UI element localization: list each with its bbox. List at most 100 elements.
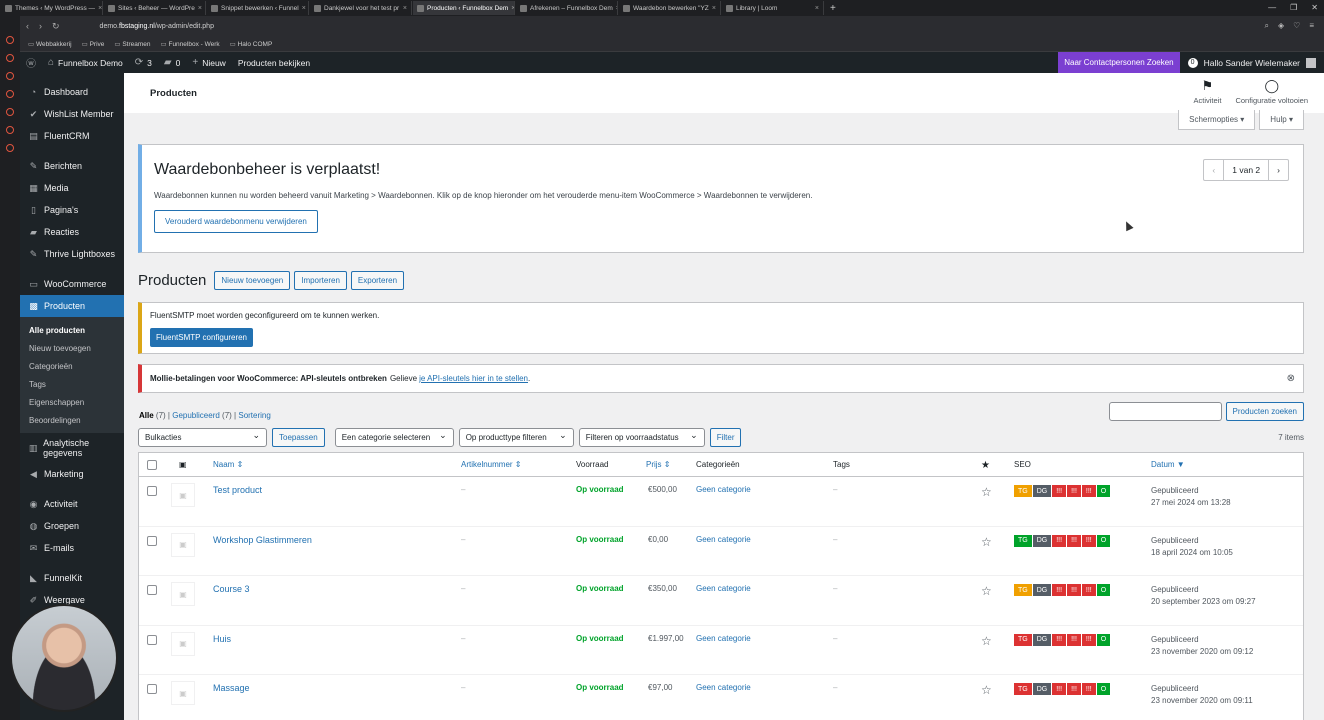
category-link[interactable]: Geen categorie (696, 485, 751, 494)
bookmark-item[interactable]: Prive (82, 40, 105, 48)
wp-logo[interactable]: ⓦ (20, 52, 42, 73)
product-name-link[interactable]: Test product (213, 485, 262, 495)
search-products-button[interactable]: Producten zoeken (1225, 402, 1304, 421)
sidebar-icon[interactable] (6, 36, 14, 44)
close-window-icon[interactable]: ✕ (1311, 3, 1318, 12)
stock-status-select[interactable]: Filteren op voorraadstatus (578, 428, 705, 447)
export-button[interactable]: Exporteren (350, 271, 405, 290)
sidebar-item-dashboard[interactable]: ◔ Dashboard (20, 81, 124, 103)
row-checkbox[interactable] (147, 634, 157, 645)
sidebar-item-berichten[interactable]: ✎ Berichten (20, 155, 124, 177)
submenu-item[interactable]: Tags (20, 375, 124, 393)
sidebar-item-analytische-gegevens[interactable]: ▥ Analytische gegevens (20, 433, 124, 463)
close-tab-icon[interactable]: × (508, 5, 514, 12)
screen-options-button[interactable]: Schermopties ▾ (1178, 110, 1256, 130)
select-all-checkbox[interactable] (147, 460, 157, 470)
product-thumbnail[interactable]: ▣ (171, 631, 195, 656)
add-product-button[interactable]: Nieuw toevoegen (214, 271, 291, 290)
sidebar-item-wishlist-member[interactable]: ✔ WishList Member (20, 103, 124, 125)
bookmark-item[interactable]: Webbakkerij (28, 40, 72, 48)
next-icon[interactable]: › (1269, 160, 1288, 180)
submenu-item[interactable]: Categorieën (20, 357, 124, 375)
product-name-link[interactable]: Course 3 (213, 584, 250, 594)
sidebar-item-pagina-s[interactable]: ▯ Pagina's (20, 199, 124, 221)
submenu-item[interactable]: Eigenschappen (20, 393, 124, 411)
contact-search-button[interactable]: Naar Contactpersonen Zoeken (1058, 52, 1180, 73)
new-content-link[interactable]: + Nieuw (186, 52, 231, 73)
maximize-icon[interactable]: ❐ (1290, 3, 1297, 12)
mollie-api-link[interactable]: je API-sleutels hier in te stellen (419, 374, 528, 383)
bookmark-item[interactable]: Halo COMP (230, 40, 273, 48)
extension-icon[interactable]: ◈ (1278, 21, 1284, 31)
close-tab-icon[interactable]: × (400, 5, 407, 12)
browser-tab[interactable]: Snippet bewerken ‹ Funnel × (207, 1, 309, 15)
category-link[interactable]: Geen categorie (696, 535, 751, 544)
close-tab-icon[interactable]: × (95, 5, 102, 12)
sidebar-icon[interactable] (6, 144, 14, 152)
configure-smtp-button[interactable]: FluentSMTP configureren (150, 328, 254, 347)
featured-star-icon[interactable]: ☆ (981, 485, 992, 499)
submenu-item[interactable]: Beoordelingen (20, 411, 124, 429)
sidebar-icon[interactable] (6, 108, 14, 116)
filter-button[interactable]: Filter (709, 428, 742, 447)
date-column[interactable]: Datum ▼ (1151, 460, 1185, 469)
window-controls[interactable]: — ❐ ✕ (1268, 3, 1318, 12)
user-menu[interactable]: 0 Hallo Sander Wielemaker (1180, 57, 1324, 68)
product-name-link[interactable]: Huis (213, 634, 231, 644)
category-link[interactable]: Geen categorie (696, 584, 751, 593)
row-checkbox[interactable] (147, 486, 157, 496)
row-checkbox[interactable] (147, 684, 157, 694)
help-button[interactable]: Hulp ▾ (1259, 110, 1304, 130)
featured-star-icon[interactable]: ☆ (981, 683, 992, 697)
forward-icon[interactable]: › (39, 21, 42, 31)
browser-tab[interactable]: Dankjewel voor het test pr × (310, 1, 412, 15)
product-thumbnail[interactable]: ▣ (171, 483, 195, 507)
comments-link[interactable]: ▰ 0 (158, 52, 186, 73)
bookmark-item[interactable]: Streamen (114, 40, 150, 48)
featured-star-icon[interactable]: ☆ (981, 584, 992, 598)
prev-icon[interactable]: ‹ (1204, 160, 1225, 180)
sidebar-item-activiteit[interactable]: ◉ Activiteit (20, 493, 124, 515)
close-tab-icon[interactable]: × (812, 5, 819, 12)
view-all[interactable]: Alle (139, 411, 154, 420)
product-name-link[interactable]: Workshop Glastimmeren (213, 535, 312, 545)
sidebar-item-woocommerce[interactable]: ▭ WooCommerce (20, 273, 124, 295)
apply-button[interactable]: Toepassen (272, 428, 325, 447)
browser-tab[interactable]: Producten ‹ Funnelbox Dem × (413, 1, 515, 15)
close-tab-icon[interactable]: × (195, 5, 202, 12)
sidebar-item-producten[interactable]: ▩ Producten (20, 295, 124, 317)
row-checkbox[interactable] (147, 535, 157, 546)
site-name-link[interactable]: ⌂ Funnelbox Demo (42, 52, 129, 73)
submenu-item[interactable]: Nieuw toevoegen (20, 339, 124, 357)
product-thumbnail[interactable]: ▣ (171, 532, 195, 557)
category-link[interactable]: Geen categorie (696, 634, 751, 643)
bookmark-item[interactable]: Funnelbox - Werk (161, 40, 219, 48)
category-select[interactable]: Een categorie selecteren (334, 428, 454, 447)
back-icon[interactable]: ‹ (26, 21, 29, 31)
browser-tab[interactable]: Library | Loom × (722, 1, 824, 15)
sidebar-item-e-mails[interactable]: ✉ E-mails (20, 537, 124, 559)
sidebar-item-fluentcrm[interactable]: ▤ FluentCRM (20, 125, 124, 147)
sidebar-item-thrive-lightboxes[interactable]: ✎ Thrive Lightboxes (20, 243, 124, 265)
browser-tab[interactable]: Themes ‹ My WordPress — × (1, 1, 103, 15)
featured-star-icon[interactable]: ☆ (981, 535, 992, 549)
sidebar-item-reacties[interactable]: ▰ Reacties (20, 221, 124, 243)
product-name-link[interactable]: Massage (213, 683, 250, 693)
name-column[interactable]: Naam ⇕ (213, 460, 243, 469)
sidebar-icon[interactable] (6, 90, 14, 98)
search-input[interactable] (1108, 402, 1222, 421)
sidebar-item-marketing[interactable]: ◀ Marketing (20, 463, 124, 485)
sidebar-icon[interactable] (6, 126, 14, 134)
browser-tab[interactable]: Sites ‹ Beheer — WordPre × (104, 1, 206, 15)
close-tab-icon[interactable]: × (709, 5, 716, 12)
minimize-icon[interactable]: — (1268, 3, 1276, 12)
view-sorting[interactable]: Sortering (238, 411, 270, 420)
setup-button[interactable]: ◯ Configuratie voltooien (1235, 78, 1308, 105)
reload-icon[interactable]: ↻ (52, 21, 60, 32)
close-tab-icon[interactable]: × (299, 5, 306, 12)
url-field[interactable]: demo.fbstaging.nl/wp-admin/edit.php (100, 23, 214, 30)
browser-tab[interactable]: Waardebon bewerken "YZ × (619, 1, 721, 15)
bulk-actions-select[interactable]: Bulkacties (138, 428, 267, 447)
view-published[interactable]: Gepubliceerd (172, 411, 220, 420)
dismiss-icon[interactable]: ⊗ (1287, 373, 1295, 384)
